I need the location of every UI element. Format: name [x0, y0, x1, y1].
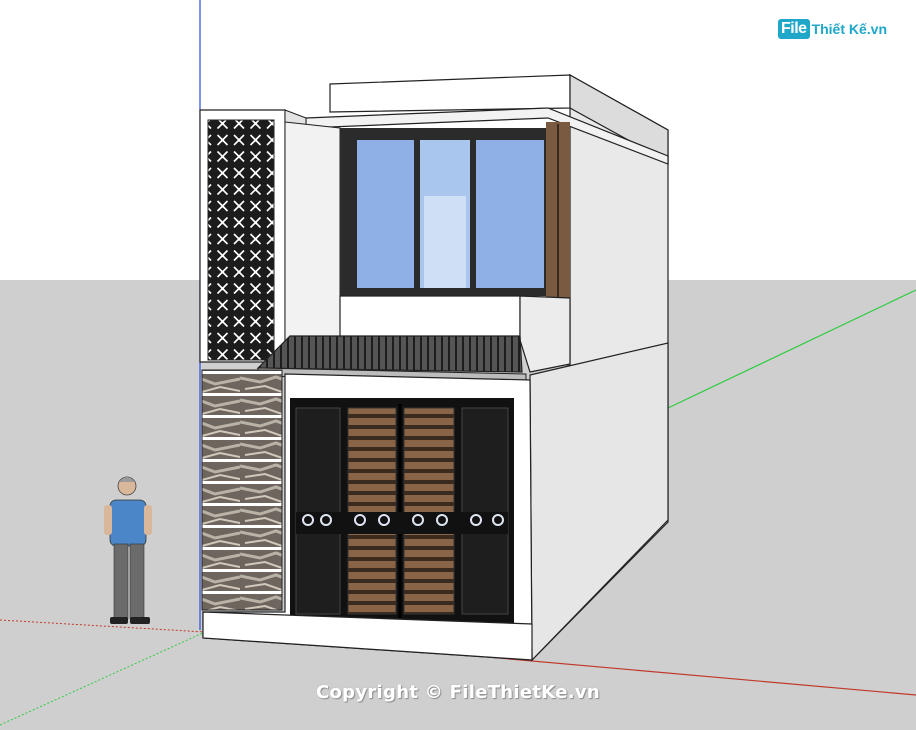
- upper-window-glass-3: [476, 140, 544, 288]
- logo-file-text: File: [778, 19, 810, 39]
- door-louver-left: [347, 407, 397, 615]
- stone-cladding: [201, 369, 283, 611]
- balcony-parapet-side: [519, 295, 571, 373]
- door-louver-right: [403, 407, 455, 615]
- upper-window-interior: [424, 196, 466, 288]
- upper-window-glass-1: [357, 140, 414, 288]
- breeze-block-screen: [207, 119, 275, 361]
- door-left-glass: [295, 407, 341, 615]
- filethietke-logo: File Thiết Kế.vn: [778, 16, 887, 42]
- upper-floor-wall: [284, 121, 341, 363]
- slatted-canopy: [256, 335, 523, 373]
- logo-rest-text: Thiết Kế.vn: [811, 21, 888, 37]
- balcony-parapet: [339, 295, 521, 341]
- door-right-glass: [461, 407, 509, 615]
- sketchup-scene: [0, 0, 916, 730]
- copyright-watermark: Copyright © FileThietKe.vn: [315, 682, 601, 703]
